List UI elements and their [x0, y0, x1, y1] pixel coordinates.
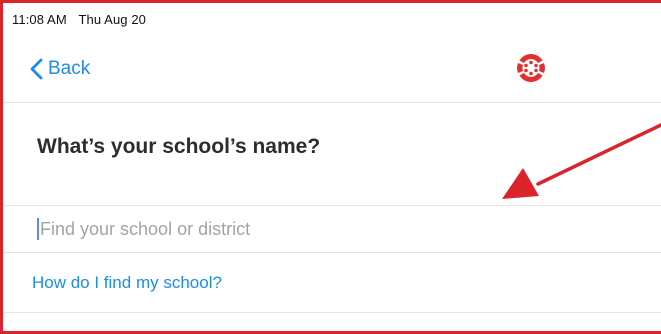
- find-school-help-link[interactable]: How do I find my school?: [32, 273, 222, 293]
- chevron-left-icon: [30, 58, 43, 80]
- status-date: Thu Aug 20: [78, 12, 146, 27]
- back-label: Back: [48, 58, 91, 79]
- navigation-bar: Back: [0, 38, 661, 103]
- status-time: 11:08 AM: [12, 12, 67, 27]
- page-title: What’s your school’s name?: [37, 135, 321, 158]
- status-bar: 11:08 AM Thu Aug 20: [12, 12, 146, 27]
- help-row: How do I find my school?: [0, 253, 661, 313]
- title-section: What’s your school’s name?: [0, 102, 661, 206]
- school-search-input[interactable]: [36, 206, 640, 252]
- back-button[interactable]: Back: [30, 56, 90, 82]
- canvas-logo-icon: [517, 54, 545, 82]
- search-row: [0, 206, 661, 253]
